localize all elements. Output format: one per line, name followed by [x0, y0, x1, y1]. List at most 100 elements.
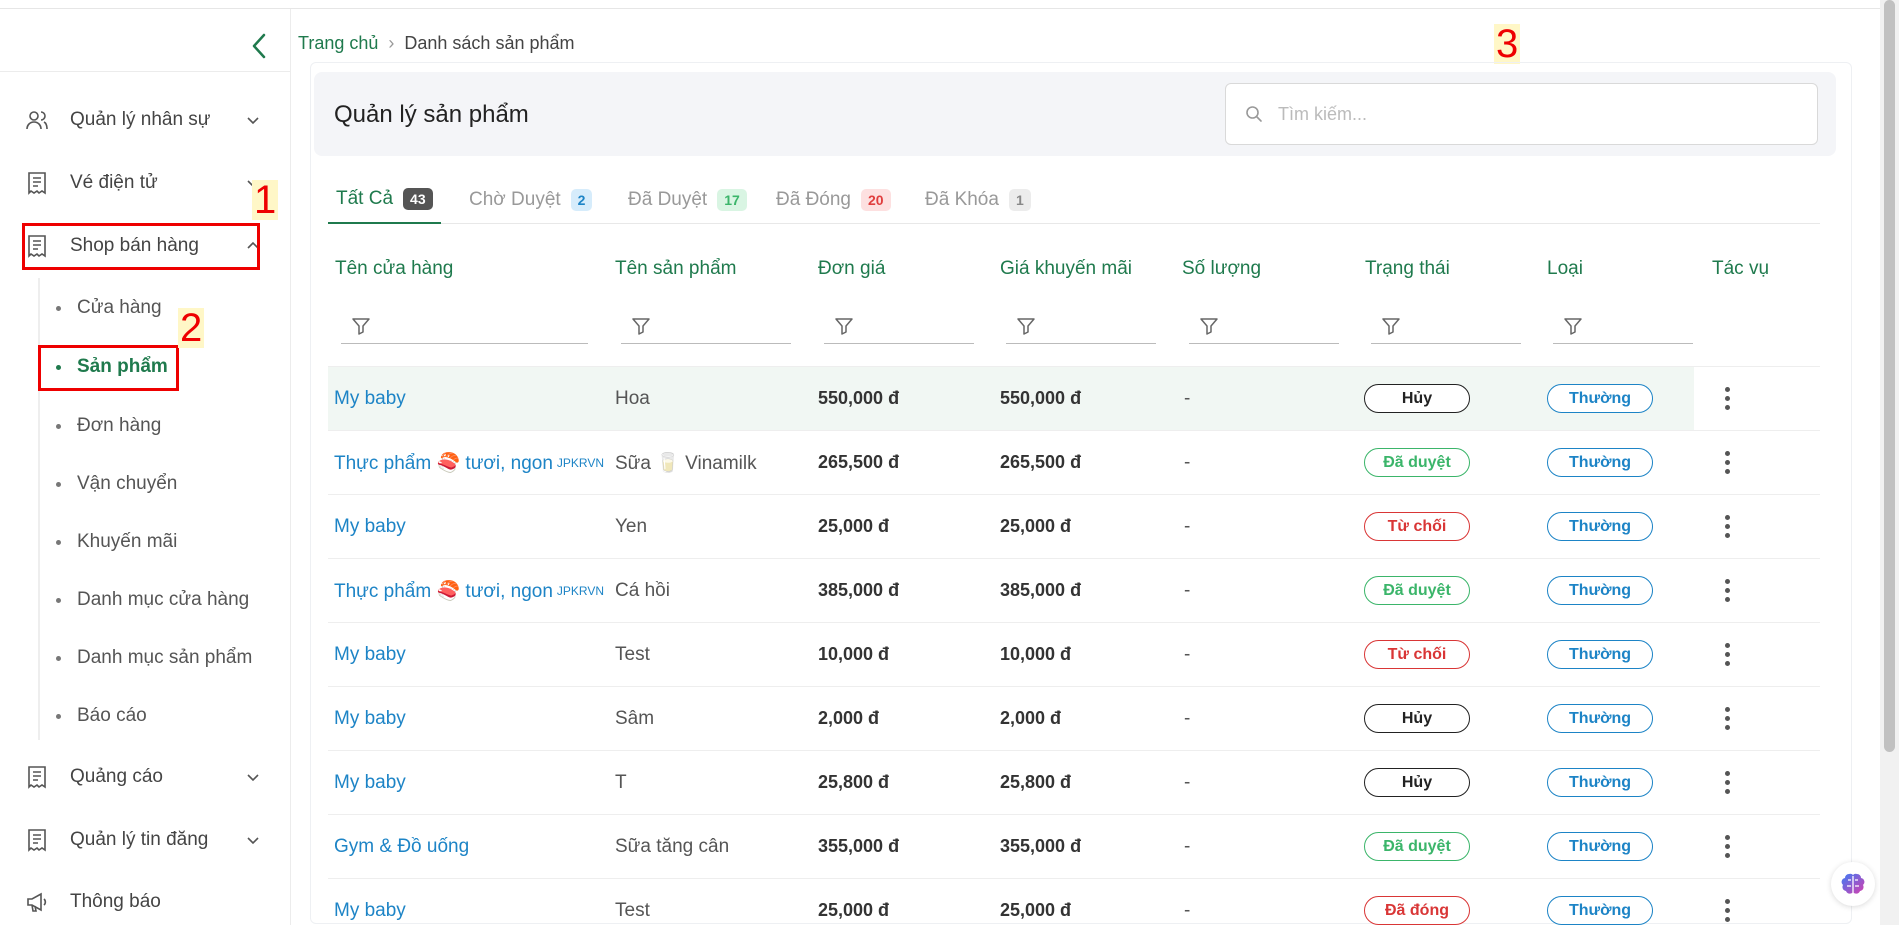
column-header-quantity[interactable]: Số lượng — [1182, 258, 1261, 280]
tab-closed[interactable]: Đã Đóng 20 — [768, 176, 899, 224]
filter-status[interactable] — [1371, 308, 1521, 344]
scrollbar-thumb[interactable] — [1884, 0, 1895, 752]
sidebar-subitem-orders[interactable]: Đơn hàng — [56, 406, 161, 446]
promo-price: 355,000 đ — [1000, 836, 1082, 856]
page-title: Quản lý sản phẩm — [334, 101, 529, 128]
shop-name-link[interactable]: My baby — [334, 367, 406, 430]
ai-assistant-button[interactable] — [1831, 862, 1875, 906]
sidebar-subitem-promotions[interactable]: Khuyến mãi — [56, 522, 177, 562]
filter-type[interactable] — [1553, 308, 1693, 344]
sidebar-item-e-ticket[interactable]: Vé điện tử — [22, 158, 262, 208]
filter-shop[interactable] — [341, 308, 588, 344]
shop-name-link[interactable]: My baby — [334, 687, 406, 750]
column-header-type[interactable]: Loại — [1547, 258, 1583, 280]
promo-price: 265,500 đ — [1000, 452, 1082, 472]
shop-name: Thực phẩm 🍣 tươi, ngon — [334, 452, 553, 474]
annotation-label-3: 3 — [1494, 22, 1521, 66]
sidebar-subitem-product-categories[interactable]: Danh mục sản phẩm — [56, 638, 252, 678]
filter-icon — [1564, 317, 1582, 335]
sidebar-subitem-stores[interactable]: Cửa hàng — [56, 288, 162, 328]
tab-pending[interactable]: Chờ Duyệt 2 — [461, 176, 600, 224]
breadcrumb-home-link[interactable]: Trang chủ — [298, 33, 378, 54]
table-row[interactable]: My baby Hoa 550,000 đ 550,000 đ - Hủy Thường — [328, 366, 1820, 430]
sidebar-subitem-store-categories[interactable]: Danh mục cửa hàng — [56, 580, 249, 620]
row-actions-button[interactable] — [1714, 687, 1740, 750]
table-row[interactable]: My baby Test 25,000 đ 25,000 đ - Đã đóng Thườn… — [328, 878, 1820, 942]
sidebar-subitem-shipping[interactable]: Vận chuyển — [56, 464, 177, 504]
product-name: Test — [615, 899, 650, 921]
column-header-status[interactable]: Trạng thái — [1365, 258, 1450, 280]
sidebar-item-label: Thông báo — [70, 891, 161, 912]
promo-price: 25,000 đ — [1000, 516, 1072, 536]
filter-product[interactable] — [621, 308, 791, 344]
row-actions-button[interactable] — [1714, 367, 1740, 430]
column-header-price[interactable]: Đơn giá — [818, 258, 885, 280]
status-badge: Từ chối — [1364, 640, 1470, 669]
column-header-product[interactable]: Tên sản phẩm — [615, 258, 736, 280]
shop-name-link[interactable]: My baby — [334, 879, 406, 942]
row-actions-button[interactable] — [1714, 815, 1740, 878]
column-header-shop[interactable]: Tên cửa hàng — [335, 258, 453, 280]
sidebar-item-listings[interactable]: Quản lý tin đăng — [22, 815, 262, 865]
row-actions-button[interactable] — [1714, 879, 1740, 942]
sidebar-item-hr[interactable]: Quản lý nhân sự — [22, 95, 262, 145]
sidebar-item-label: Shop bán hàng — [70, 235, 199, 256]
chevron-down-icon — [247, 837, 259, 845]
unit-price: 2,000 đ — [818, 708, 880, 728]
sidebar-subitem-products[interactable]: Sản phẩm — [56, 347, 168, 387]
chevron-down-icon — [247, 117, 259, 125]
sidebar-item-label: Vé điện tử — [70, 172, 158, 193]
row-actions-button[interactable] — [1714, 495, 1740, 558]
row-actions-button[interactable] — [1714, 623, 1740, 686]
sidebar-item-ads[interactable]: Quảng cáo — [22, 752, 262, 802]
tab-label: Tất Cả — [336, 188, 394, 209]
scrollbar[interactable] — [1880, 0, 1899, 925]
more-vertical-icon — [1724, 579, 1730, 602]
row-actions-button[interactable] — [1714, 751, 1740, 814]
table-row[interactable]: Gym & Đồ uống Sữa tăng cân 355,000 đ 355,00… — [328, 814, 1820, 878]
unit-price: 25,000 đ — [818, 516, 890, 536]
tab-locked[interactable]: Đã Khóa 1 — [917, 176, 1039, 224]
product-name: Yen — [615, 515, 648, 537]
receipt-icon — [22, 231, 52, 261]
bullet-icon — [56, 655, 61, 661]
product-name: Sữa tăng cân — [615, 835, 730, 857]
chevron-left-icon — [252, 33, 266, 59]
tab-count-badge: 17 — [717, 189, 747, 211]
more-vertical-icon — [1724, 643, 1730, 666]
tab-all[interactable]: Tất Cả 43 — [328, 176, 441, 224]
shop-name-link[interactable]: My baby — [334, 751, 406, 814]
sidebar-subitem-reports[interactable]: Báo cáo — [56, 696, 147, 736]
search-input[interactable] — [1278, 103, 1778, 125]
filter-price[interactable] — [824, 308, 974, 344]
table-row[interactable]: My baby Yen 25,000 đ 25,000 đ - Từ chối Thường — [328, 494, 1820, 558]
shop-tag: JPKRVN — [556, 455, 605, 470]
filter-promo-price[interactable] — [1006, 308, 1156, 344]
table-row[interactable]: My baby Test 10,000 đ 10,000 đ - Từ chối Thườn… — [328, 622, 1820, 686]
shop-name-link[interactable]: My baby — [334, 623, 406, 686]
tab-approved[interactable]: Đã Duyệt 17 — [620, 176, 755, 224]
table-row[interactable]: My baby T 25,800 đ 25,800 đ - Hủy Thường — [328, 750, 1820, 814]
table-row[interactable]: Thực phẩm 🍣 tươi, ngon JPKRVN Cá hồi 385,00… — [328, 558, 1820, 622]
sidebar-item-notifications[interactable]: Thông báo — [22, 877, 262, 927]
shop-name-link[interactable]: Gym & Đồ uống — [334, 815, 469, 878]
column-header-promo-price[interactable]: Giá khuyến mãi — [1000, 258, 1132, 280]
table-row[interactable]: My baby Sâm 2,000 đ 2,000 đ - Hủy Thường — [328, 686, 1820, 750]
quantity: - — [1184, 579, 1191, 601]
promo-price: 385,000 đ — [1000, 580, 1082, 600]
filter-quantity[interactable] — [1189, 308, 1339, 344]
table-row[interactable]: Thực phẩm 🍣 tươi, ngon JPKRVN Sữa 🥛 Vinami… — [328, 430, 1820, 494]
shop-name-link[interactable]: Thực phẩm 🍣 tươi, ngon JPKRVN — [334, 431, 604, 494]
row-actions-button[interactable] — [1714, 431, 1740, 494]
row-actions-button[interactable] — [1714, 559, 1740, 622]
filter-icon — [632, 317, 650, 335]
type-badge: Thường — [1547, 832, 1653, 861]
collapse-sidebar-button[interactable] — [246, 31, 272, 61]
type-badge: Thường — [1547, 896, 1653, 925]
sidebar-item-shop[interactable]: Shop bán hàng — [22, 221, 262, 271]
promo-price: 2,000 đ — [1000, 708, 1062, 728]
search-box[interactable] — [1225, 83, 1818, 145]
shop-name-link[interactable]: Thực phẩm 🍣 tươi, ngon JPKRVN — [334, 559, 604, 622]
status-badge: Đã đóng — [1364, 896, 1470, 925]
shop-name-link[interactable]: My baby — [334, 495, 406, 558]
